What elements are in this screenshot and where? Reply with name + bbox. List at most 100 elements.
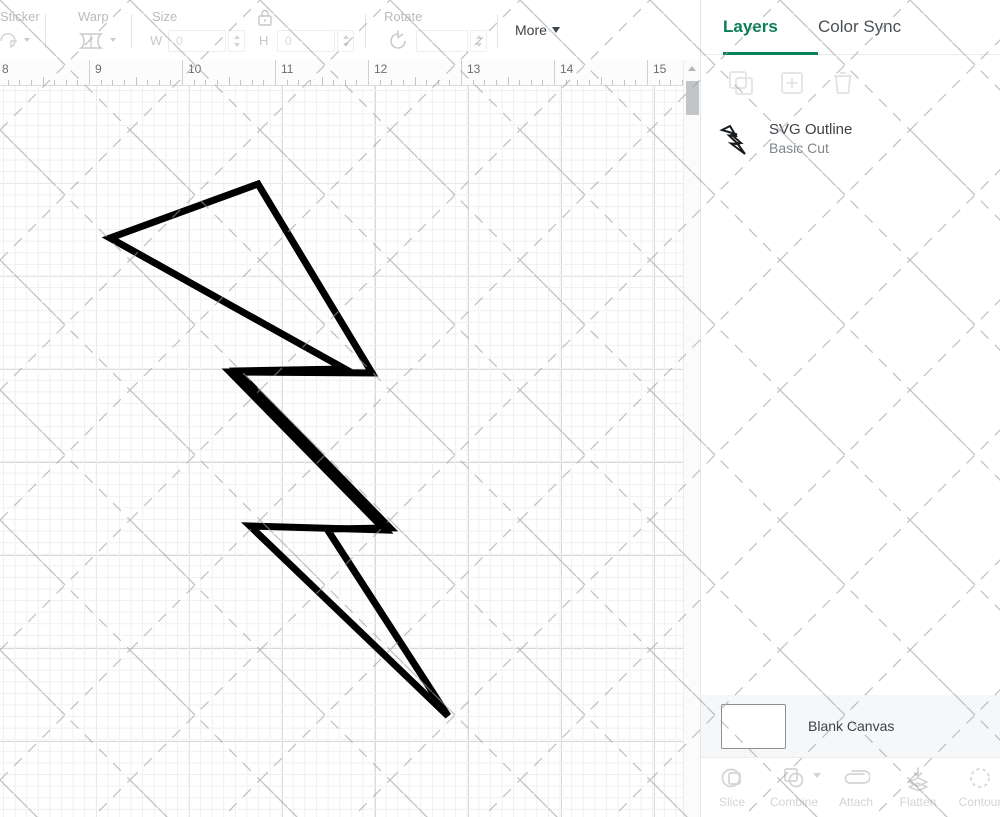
top-toolbar: Sticker Warp Size W 0 H 0 Rotate More — [0, 0, 700, 60]
ruler-tick — [286, 80, 288, 85]
combine-label: Combine — [769, 795, 819, 809]
ruler-tick — [228, 77, 230, 85]
flatten-button[interactable]: Flatten — [887, 758, 949, 809]
sticker-label: Sticker — [0, 9, 40, 24]
ruler-tick — [216, 80, 218, 85]
bottom-tool-bar: Slice Combine Attach Flatten Contour — [701, 757, 1000, 817]
warp-icon[interactable] — [78, 30, 104, 52]
ruler-tick — [240, 80, 242, 85]
ruler-major-line — [275, 60, 276, 85]
rotate-label: Rotate — [384, 9, 423, 24]
slice-label: Slice — [718, 795, 745, 809]
ruler-label: 14 — [560, 62, 574, 76]
ruler-label: 8 — [2, 62, 9, 76]
more-button[interactable]: More — [515, 22, 560, 38]
width-input[interactable]: 0 — [168, 30, 226, 52]
ruler-major-line — [647, 60, 648, 85]
attach-icon — [842, 764, 870, 792]
ruler-major-line — [554, 60, 555, 85]
ruler-tick — [112, 80, 114, 85]
ruler-tick — [170, 80, 172, 85]
active-tab-underline — [723, 52, 818, 55]
height-input[interactable]: 0 — [277, 30, 335, 52]
delete-icon — [834, 72, 852, 94]
blank-canvas-thumbnail — [721, 703, 786, 749]
ruler-tick — [309, 80, 311, 85]
sticker-caret-icon[interactable] — [24, 38, 30, 42]
width-stepper[interactable] — [228, 30, 245, 52]
ruler-tick — [379, 80, 381, 85]
ruler-tick — [298, 80, 300, 85]
ruler-major-line — [461, 60, 462, 85]
artwork-lightning-bolt[interactable] — [0, 86, 683, 817]
sticker-icon[interactable] — [0, 30, 19, 52]
ruler-tick — [437, 80, 439, 85]
more-label: More — [515, 22, 547, 38]
ruler-tick — [158, 80, 160, 85]
warp-caret-icon[interactable] — [110, 38, 116, 42]
ruler-tick — [519, 80, 521, 85]
rotate-input[interactable] — [416, 30, 468, 52]
ruler-tick — [658, 80, 660, 85]
ruler-label: 10 — [188, 62, 202, 76]
ruler-tick — [472, 80, 474, 85]
ruler-tick — [333, 80, 335, 85]
layer-item-svg-outline[interactable]: SVG Outline Basic Cut — [701, 112, 1000, 166]
warp-label: Warp — [78, 9, 109, 24]
ruler-tick — [344, 80, 346, 85]
blank-canvas-row[interactable]: Blank Canvas — [701, 695, 1000, 757]
layer-title: SVG Outline — [769, 121, 853, 138]
scroll-up-arrow-icon[interactable] — [684, 60, 701, 77]
lightning-bolt-path — [101, 179, 451, 719]
ruler-tick — [588, 80, 590, 85]
ruler-major-line — [182, 60, 183, 85]
ruler-tick — [402, 80, 404, 85]
horizontal-ruler[interactable]: 8 9 10 11 12 13 14 15 — [0, 60, 700, 86]
ruler-tick — [449, 80, 451, 85]
combine-icon — [781, 764, 807, 792]
ruler-tick — [7, 80, 9, 85]
ruler-tick — [507, 77, 509, 85]
ruler-tick — [495, 80, 497, 85]
vertical-scrollbar[interactable] — [683, 60, 700, 817]
ruler-tick — [19, 80, 21, 85]
ruler-tick — [135, 77, 137, 85]
blank-canvas-label: Blank Canvas — [808, 718, 895, 734]
tab-layers[interactable]: Layers — [723, 17, 778, 51]
ruler-tick — [635, 80, 637, 85]
combine-button[interactable]: Combine — [763, 758, 825, 809]
toolbar-divider — [45, 14, 46, 48]
ruler-label: 9 — [95, 62, 102, 76]
ruler-label: 13 — [467, 62, 481, 76]
lock-icon[interactable] — [255, 8, 275, 28]
ruler-tick — [193, 80, 195, 85]
ruler-tick — [542, 80, 544, 85]
combine-caret-icon[interactable] — [813, 773, 821, 778]
chevron-down-icon — [551, 27, 560, 33]
contour-button[interactable]: Contour — [949, 758, 1000, 809]
ruler-tick — [484, 80, 486, 85]
scrollbar-thumb[interactable] — [686, 81, 699, 115]
attach-label: Attach — [838, 795, 874, 809]
ruler-major-line — [368, 60, 369, 85]
ruler-label: 15 — [653, 62, 667, 76]
toolbar-divider — [365, 14, 366, 48]
group-icon — [729, 71, 753, 95]
slice-button[interactable]: Slice — [701, 758, 763, 809]
ruler-tick — [530, 80, 532, 85]
height-stepper[interactable] — [337, 30, 354, 52]
ruler-tick — [612, 80, 614, 85]
toolbar-divider — [497, 14, 498, 48]
width-letter: W — [150, 33, 163, 48]
attach-button[interactable]: Attach — [825, 758, 887, 809]
flatten-icon — [905, 764, 931, 792]
rotate-icon[interactable] — [386, 29, 410, 53]
ruler-tick — [205, 80, 207, 85]
tab-color-sync[interactable]: Color Sync — [818, 17, 901, 51]
flatten-label: Flatten — [899, 795, 937, 809]
rotate-stepper[interactable] — [470, 30, 487, 52]
ruler-tick — [77, 80, 79, 85]
ruler-tick — [600, 77, 602, 85]
ruler-tick — [321, 77, 323, 85]
ruler-tick — [65, 80, 67, 85]
